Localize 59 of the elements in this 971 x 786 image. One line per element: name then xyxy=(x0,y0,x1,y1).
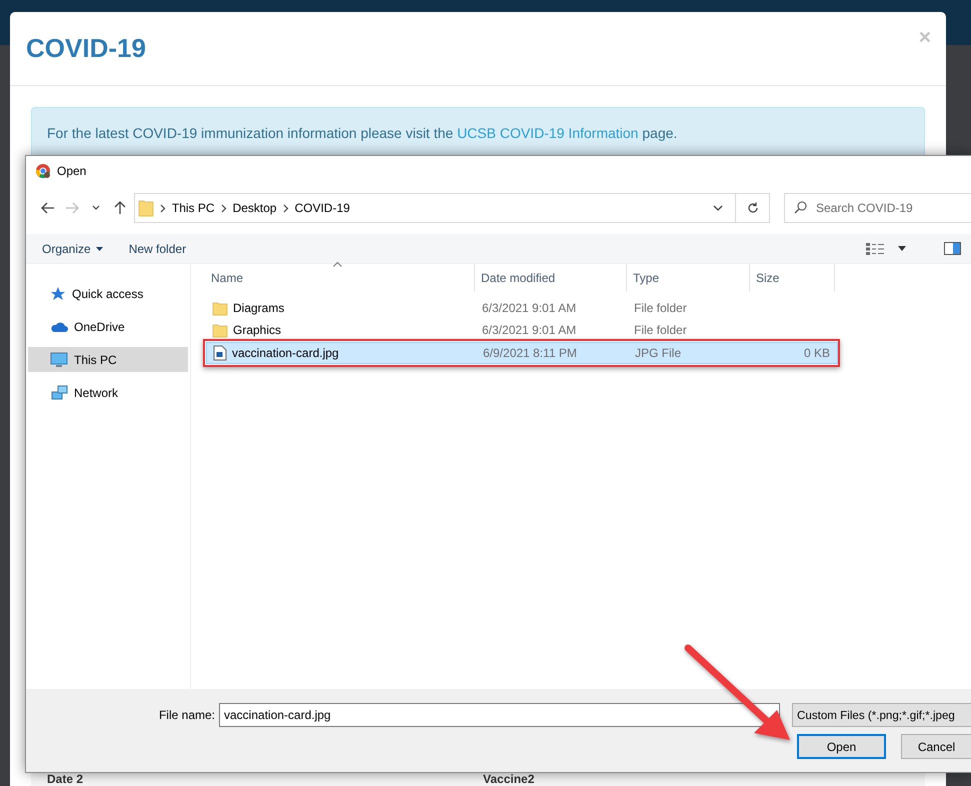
view-options-icon[interactable] xyxy=(866,242,884,254)
date-cell-text: 6/3/2021 9:01 AM xyxy=(481,323,578,337)
up-arrow-icon[interactable] xyxy=(114,201,126,215)
file-name: vaccination-card.jpg xyxy=(232,346,339,360)
info-text: For the latest COVID-19 immunization information please visit the UCSB COVID-19 Information page. xyxy=(47,125,678,141)
column-header[interactable]: Type xyxy=(627,264,750,292)
file-row[interactable]: Graphics 6/3/2021 9:01 AM File folder xyxy=(205,319,971,341)
refresh-button[interactable] xyxy=(736,193,770,223)
dropdown-caret-icon[interactable] xyxy=(713,205,724,211)
type-cell-text: JPG File xyxy=(634,346,682,360)
toolbar-button[interactable]: Organize xyxy=(36,238,109,258)
star-icon xyxy=(50,286,66,302)
field-label: File name: xyxy=(158,708,216,722)
size-cell-text: 0 KB xyxy=(802,346,831,360)
chevron-icon xyxy=(160,204,166,212)
modal-title: COVID-19 xyxy=(26,33,146,64)
type-cell-text: File folder xyxy=(633,301,688,315)
network-icon xyxy=(50,384,68,400)
date-cell-text: 6/3/2021 9:01 AM xyxy=(481,301,578,315)
type-cell-text: File folder xyxy=(633,323,688,337)
caret-icon[interactable] xyxy=(92,205,100,211)
dialog-button[interactable]: Cancel xyxy=(901,734,971,759)
back-arrow-icon[interactable] xyxy=(40,202,55,214)
path-crumb[interactable]: COVID-19 xyxy=(294,201,350,215)
chevron-icon xyxy=(220,204,227,212)
toolbar-button[interactable]: New folder xyxy=(122,238,192,258)
folder-icon xyxy=(138,199,154,217)
chevron-icon xyxy=(282,204,289,212)
file-type-dropdown[interactable]: Custom Files (*.png;*.gif;*.jpeg xyxy=(792,703,971,727)
caret-icon[interactable] xyxy=(898,246,906,251)
file-row[interactable]: vaccination-card.jpg 6/9/2021 8:11 PM JPG File 0 KB xyxy=(206,342,838,364)
field-label: Date 2 xyxy=(47,773,84,786)
path-crumb[interactable]: This PC xyxy=(172,201,215,215)
dialog-button[interactable]: Open xyxy=(797,734,886,759)
date-cell-text: 6/9/2021 8:11 PM xyxy=(482,346,578,360)
file-name-field[interactable]: vaccination-card.jpg xyxy=(219,703,780,727)
refresh-icon xyxy=(746,202,759,214)
monitor-icon xyxy=(50,352,68,368)
column-header[interactable]: Name xyxy=(205,264,475,292)
image-file-icon xyxy=(213,345,227,361)
nav-pane-item[interactable]: Quick access xyxy=(28,281,188,306)
column-header[interactable]: Size xyxy=(750,264,835,292)
file-name: Diagrams xyxy=(233,301,284,315)
folder-icon xyxy=(212,322,228,338)
cloud-icon xyxy=(50,320,68,332)
field-label: Vaccine2 xyxy=(483,773,534,786)
file-row[interactable]: Diagrams 6/3/2021 9:01 AM File folder xyxy=(205,297,971,319)
preview-pane-icon[interactable] xyxy=(944,242,961,255)
address-bar[interactable]: This PC Desktop COVID-19 xyxy=(134,193,736,223)
dialog-title: Open xyxy=(57,164,86,178)
app-icon xyxy=(35,163,51,179)
nav-pane-item[interactable]: Network xyxy=(28,380,188,405)
path-crumb[interactable]: Desktop xyxy=(232,201,277,215)
column-header[interactable]: Date modified xyxy=(475,264,627,292)
search-field[interactable]: Search COVID-19 xyxy=(784,193,971,223)
nav-pane-item[interactable]: This PC xyxy=(28,347,188,372)
file-name: Graphics xyxy=(233,323,282,337)
nav-pane-item[interactable]: OneDrive xyxy=(28,314,188,339)
folder-icon xyxy=(212,300,228,316)
